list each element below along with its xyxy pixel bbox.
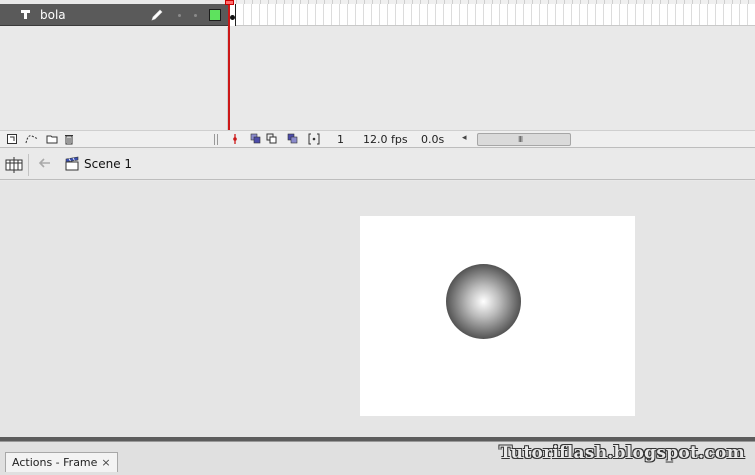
tab-actions-frame-label: Actions - Frame [12, 456, 98, 469]
layer-outline-color[interactable] [209, 9, 221, 21]
lock-dot[interactable] [194, 14, 197, 17]
scrollbar-grip[interactable]: III [518, 135, 523, 144]
stage-canvas[interactable] [360, 216, 635, 416]
scene-clapperboard-icon [65, 156, 79, 171]
back-arrow-icon[interactable] [38, 156, 52, 170]
onion-skin-icon[interactable] [250, 133, 262, 145]
edit-multiple-frames-icon[interactable] [287, 133, 299, 145]
new-layer-icon[interactable] [6, 133, 18, 145]
panel-grip[interactable] [214, 134, 220, 145]
modify-onion-markers-icon[interactable] [308, 133, 320, 145]
scroll-left-arrow-icon[interactable]: ◂ [462, 133, 467, 143]
bottom-panel-bar: Actions - Frame × Tutoriflash.blogspot.co… [0, 441, 755, 475]
timeline-controls-bar: 1 12.0 fps 0.0s ◂ III [0, 130, 755, 148]
trash-icon[interactable] [63, 133, 75, 145]
layer-row[interactable]: bola [0, 4, 228, 26]
watermark: Tutoriflash.blogspot.com [499, 443, 745, 463]
stage-pasteboard[interactable] [0, 181, 755, 437]
scene-label[interactable]: Scene 1 [84, 157, 132, 171]
close-icon[interactable]: × [101, 456, 110, 469]
layer-icon [21, 10, 30, 19]
frame-strip[interactable] [228, 4, 755, 26]
timeline-panel: bola 1 12.0 fps 0.0s ◂ III [0, 0, 755, 150]
timeline-toggle-icon[interactable] [4, 155, 24, 175]
new-folder-icon[interactable] [46, 133, 58, 145]
edit-bar: Scene 1 [0, 150, 755, 180]
pencil-icon[interactable] [150, 8, 164, 22]
center-frame-icon[interactable] [229, 133, 241, 145]
timeline-horizontal-scrollbar[interactable]: III [477, 133, 571, 146]
keyframe-dot [230, 15, 235, 20]
frame-rate-readout[interactable]: 12.0 fps [363, 133, 408, 146]
current-frame-readout: 1 [337, 133, 344, 146]
layer-list-empty-area [0, 27, 228, 130]
ball-symbol[interactable] [446, 264, 521, 339]
playhead-line [228, 5, 230, 143]
visibility-dot[interactable] [178, 14, 181, 17]
elapsed-time-readout: 0.0s [421, 133, 445, 146]
onion-skin-outlines-icon[interactable] [266, 133, 278, 145]
layer-name: bola [40, 8, 66, 22]
edit-bar-separator [28, 154, 29, 176]
tab-actions-frame[interactable]: Actions - Frame × [5, 452, 118, 472]
motion-guide-icon[interactable] [24, 133, 40, 145]
